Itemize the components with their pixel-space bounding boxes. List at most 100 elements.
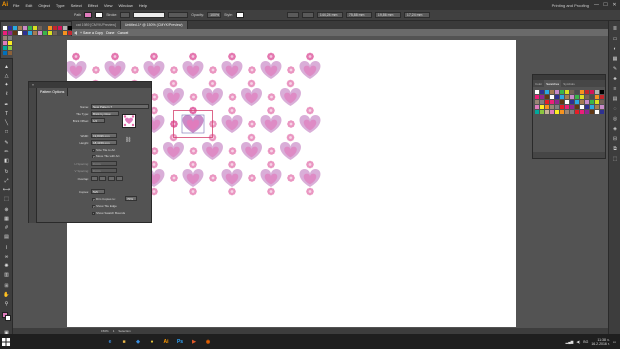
swatches-grid[interactable]: [533, 88, 605, 118]
overlap-bottom-button[interactable]: [116, 176, 123, 181]
checkbox-box[interactable]: [92, 148, 95, 152]
swatch-chip[interactable]: [570, 100, 574, 104]
tab-document-2[interactable]: Untitled-1* @ 150% (CMYK/Preview): [120, 21, 188, 29]
swatch-chip[interactable]: [540, 90, 544, 94]
swatch-chip[interactable]: [575, 95, 579, 99]
swatch-chip[interactable]: [555, 110, 559, 114]
flower-motif[interactable]: [189, 52, 197, 61]
flower-motif[interactable]: [189, 187, 197, 196]
gradient-icon[interactable]: ▤: [611, 95, 619, 102]
flower-motif[interactable]: [228, 160, 236, 169]
flower-motif[interactable]: [306, 187, 314, 196]
heart-motif[interactable]: [299, 61, 321, 79]
overlap-left-button[interactable]: [91, 176, 98, 181]
symbols-icon[interactable]: ♣: [611, 75, 619, 82]
swatch-chip[interactable]: [555, 95, 559, 99]
swatch-chip[interactable]: [53, 31, 57, 35]
color-guide-icon[interactable]: ◐: [611, 45, 619, 52]
swatch-chip[interactable]: [575, 110, 579, 114]
swatch-chip[interactable]: [595, 95, 599, 99]
flower-motif[interactable]: [247, 79, 256, 88]
swatch-chip[interactable]: [33, 26, 37, 30]
menu-file[interactable]: File: [10, 3, 22, 8]
heart-motif[interactable]: [221, 61, 243, 79]
show-swatch-bounds-checkbox[interactable]: Show Swatch Bounds: [92, 211, 125, 215]
back-arrow-icon[interactable]: [74, 30, 77, 35]
swatch-chip[interactable]: [585, 105, 589, 109]
heart-motif[interactable]: [182, 169, 204, 187]
flower-motif[interactable]: [287, 120, 295, 128]
rotate-tool-icon[interactable]: ↻: [2, 168, 11, 176]
flower-motif[interactable]: [189, 160, 197, 169]
swatch-chip[interactable]: [33, 31, 37, 35]
flower-motif[interactable]: [267, 187, 275, 196]
menu-edit[interactable]: Edit: [22, 3, 35, 8]
magic-wand-tool-icon[interactable]: ✦: [2, 81, 11, 89]
swatch-chip[interactable]: [545, 100, 549, 104]
swatch-chip[interactable]: [565, 95, 569, 99]
tab-pattern-options[interactable]: Pattern Options: [37, 88, 69, 96]
swatch-chip[interactable]: [570, 110, 574, 114]
h-spacing-field[interactable]: 0 mm: [91, 161, 117, 166]
heart-motif[interactable]: [299, 115, 321, 133]
zoom-level[interactable]: 150%: [101, 329, 109, 333]
flower-motif[interactable]: [209, 120, 217, 128]
swatch-chip[interactable]: [8, 36, 12, 40]
swatch-chip[interactable]: [560, 100, 564, 104]
swatch-chip[interactable]: [575, 100, 579, 104]
swatch-chip[interactable]: [28, 31, 32, 35]
swatch-chip[interactable]: [555, 100, 559, 104]
size-tile-to-art-checkbox[interactable]: Size Tile to Art: [92, 148, 115, 152]
swatch-chip[interactable]: [43, 31, 47, 35]
flower-motif[interactable]: [228, 93, 237, 101]
taskbar-store-icon[interactable]: ◆: [132, 336, 144, 348]
swatch-chip[interactable]: [565, 110, 569, 114]
stroke-color-icon[interactable]: [5, 315, 11, 321]
zoom-tool-icon[interactable]: ⚲: [2, 300, 11, 308]
y-field[interactable]: 75,88 mm: [345, 12, 372, 18]
swatch-chip[interactable]: [540, 95, 544, 99]
swatch-chip[interactable]: [590, 90, 594, 94]
swatch-chip[interactable]: [600, 100, 604, 104]
swatch-chip[interactable]: [550, 95, 554, 99]
swatch-chip[interactable]: [540, 110, 544, 114]
flower-motif[interactable]: [286, 133, 295, 142]
swatch-chip[interactable]: [565, 90, 569, 94]
flower-motif[interactable]: [189, 93, 198, 101]
flower-motif[interactable]: [170, 174, 178, 182]
swatch-chip[interactable]: [8, 26, 12, 30]
swatch-chip[interactable]: [570, 90, 574, 94]
swatch-chip[interactable]: [595, 90, 599, 94]
flower-motif[interactable]: [248, 174, 256, 182]
swatch-chip[interactable]: [595, 110, 599, 114]
flower-motif[interactable]: [306, 160, 314, 169]
selection-tool-icon[interactable]: ▲: [2, 63, 11, 71]
heart-motif[interactable]: [280, 142, 301, 160]
menu-help[interactable]: Help: [136, 3, 150, 8]
taskbar-chrome-icon[interactable]: ●: [146, 336, 158, 348]
swatch-chip[interactable]: [585, 100, 589, 104]
swatch-chip[interactable]: [58, 26, 62, 30]
fill-swatch[interactable]: [84, 12, 93, 18]
brush-definition[interactable]: [168, 12, 189, 18]
swatch-chip[interactable]: [585, 90, 589, 94]
eyedropper-tool-icon[interactable]: ⌇: [2, 244, 11, 252]
show-tile-edge-checkbox[interactable]: ✓ Show Tile Edge: [92, 204, 117, 208]
height-field[interactable]: 17,24 mm: [403, 12, 430, 18]
perspective-grid-tool-icon[interactable]: ▦: [2, 215, 11, 223]
swatch-chip[interactable]: [550, 105, 554, 109]
collapse-icon[interactable]: «: [32, 83, 34, 87]
free-transform-tool-icon[interactable]: ⬚: [2, 195, 11, 203]
swatch-chip[interactable]: [8, 46, 12, 50]
taskbar-explorer-icon[interactable]: ■: [118, 336, 130, 348]
flower-motif[interactable]: [267, 93, 276, 101]
flower-motif[interactable]: [169, 79, 178, 88]
checkbox-box[interactable]: ✓: [92, 197, 96, 201]
transform-icon[interactable]: ⬚: [611, 155, 619, 162]
swatch-chip[interactable]: [535, 95, 539, 99]
heart-motif[interactable]: [163, 142, 184, 160]
flower-motif[interactable]: [111, 52, 119, 61]
swatch-chip[interactable]: [560, 90, 564, 94]
tab-symbols[interactable]: Symbols: [561, 80, 577, 87]
network-icon[interactable]: ▂▄▆: [566, 340, 574, 344]
